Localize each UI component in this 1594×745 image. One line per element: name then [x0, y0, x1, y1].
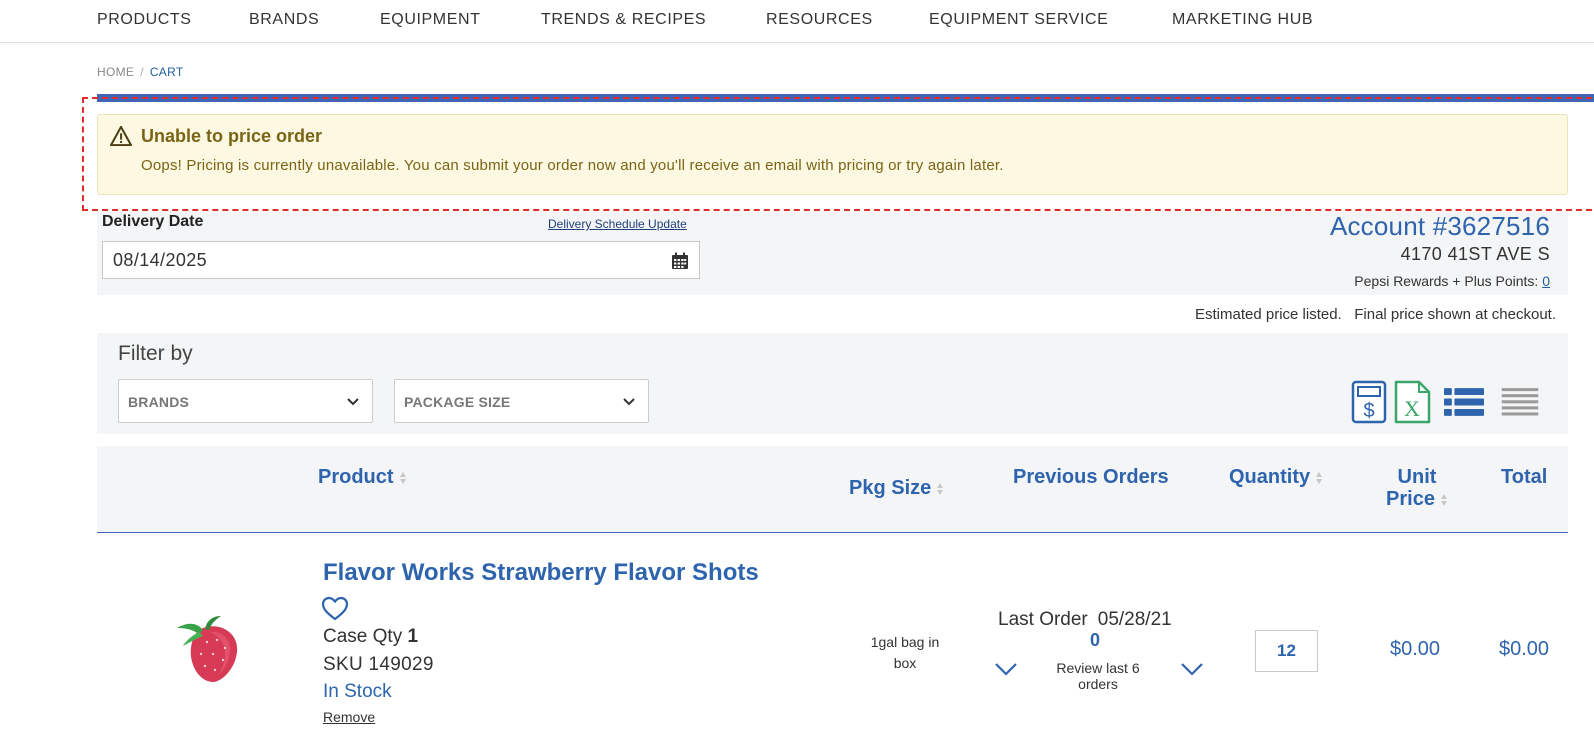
filter-panel: Filter by BRANDS PACKAGE SIZE $ X: [97, 333, 1568, 434]
table-row: Flavor Works Strawberry Flavor Shots Cas…: [97, 534, 1568, 745]
svg-text:X: X: [1404, 396, 1420, 421]
progress-bar: [97, 94, 1594, 102]
compact-view-icon[interactable]: [1500, 380, 1540, 424]
header-previous-orders: Previous Orders: [1013, 466, 1169, 488]
nav-item-products[interactable]: PRODUCTS: [97, 11, 192, 29]
header-unit-price-line1: Unit: [1397, 466, 1437, 488]
svg-text:$: $: [1363, 400, 1374, 422]
delivery-date-field[interactable]: [102, 241, 700, 279]
header-unit-price[interactable]: Unit Price: [1377, 466, 1457, 510]
stock-status: In Stock: [323, 681, 392, 702]
case-qty: Case Qty 1: [323, 626, 418, 648]
sort-icon: [1316, 471, 1323, 484]
header-product[interactable]: Product: [318, 466, 407, 489]
breadcrumb-current: CART: [149, 65, 184, 79]
price-calculator-icon[interactable]: $: [1350, 380, 1390, 424]
filter-label: Filter by: [118, 342, 193, 365]
pricing-alert: Unable to price order Oops! Pricing is c…: [97, 114, 1568, 195]
previous-order-count: 0: [1090, 630, 1101, 650]
nav-item-equipment-service[interactable]: EQUIPMENT SERVICE: [929, 11, 1108, 29]
sort-icon: [1440, 493, 1447, 506]
last-order: Last Order 05/28/21: [998, 609, 1172, 631]
product-image[interactable]: [169, 614, 245, 686]
top-nav: PRODUCTS BRANDS EQUIPMENT TRENDS & RECIP…: [0, 0, 1594, 43]
breadcrumb-separator: /: [140, 65, 144, 79]
brands-select-value: BRANDS: [128, 394, 190, 410]
header-pkg-size[interactable]: Pkg Size: [849, 477, 944, 500]
package-size-select-value: PACKAGE SIZE: [404, 394, 511, 410]
review-orders-link[interactable]: Review last 6 orders: [1042, 660, 1154, 692]
header-quantity-label: Quantity: [1229, 466, 1311, 488]
chevron-down-icon[interactable]: [1180, 661, 1204, 677]
unit-price: $0.00: [1390, 638, 1441, 660]
product-name[interactable]: Flavor Works Strawberry Flavor Shots: [323, 559, 759, 587]
estimate-note: Estimated price listed. Final price show…: [1195, 306, 1556, 323]
header-quantity[interactable]: Quantity: [1229, 466, 1323, 489]
last-order-label: Last Order: [998, 609, 1088, 630]
alert-message: Oops! Pricing is currently unavailable. …: [141, 157, 1004, 174]
last-order-date: 05/28/21: [1097, 609, 1172, 630]
quantity-field[interactable]: [1255, 630, 1318, 672]
nav-item-trends-recipes[interactable]: TRENDS & RECIPES: [541, 11, 706, 29]
nav-item-marketing-hub[interactable]: MARKETING HUB: [1172, 11, 1313, 29]
header-product-label: Product: [318, 466, 394, 488]
chevron-down-icon: [347, 398, 359, 406]
case-qty-label: Case Qty: [323, 626, 403, 647]
delivery-date-label: Delivery Date: [102, 213, 204, 230]
case-qty-value: 1: [407, 626, 419, 647]
sort-icon: [937, 482, 944, 495]
excel-export-icon[interactable]: X: [1393, 380, 1433, 424]
account-address: 4170 41ST AVE S: [1400, 244, 1550, 264]
calendar-icon[interactable]: [671, 252, 689, 270]
package-size-line1: 1gal bag in: [870, 634, 940, 650]
warning-icon: [110, 126, 132, 146]
delivery-date-input[interactable]: [113, 250, 653, 271]
header-unit-price-line2: Price: [1386, 488, 1435, 510]
delivery-schedule-link[interactable]: Delivery Schedule Update: [548, 217, 687, 231]
nav-item-resources[interactable]: RESOURCES: [766, 11, 873, 29]
delivery-panel: Delivery Date Delivery Schedule Update A…: [97, 211, 1568, 295]
account-number: Account #3627516: [1329, 211, 1550, 241]
package-size-select[interactable]: PACKAGE SIZE: [394, 379, 649, 423]
account-info: Account #3627516 4170 41ST AVE S Pepsi R…: [1330, 211, 1550, 289]
list-view-icon[interactable]: [1444, 380, 1484, 424]
breadcrumb: HOME / CART: [97, 65, 184, 79]
nav-item-brands[interactable]: BRANDS: [249, 11, 319, 29]
table-header: Product Pkg Size Previous Orders Quantit…: [97, 446, 1568, 533]
review-orders-line2: orders: [1078, 676, 1118, 692]
chevron-down-icon: [623, 398, 635, 406]
line-total: $0.00: [1499, 638, 1550, 660]
product-sku: SKU 149029: [323, 654, 434, 675]
chevron-down-icon[interactable]: [994, 661, 1018, 677]
package-size-line2: box: [893, 655, 917, 671]
breadcrumb-home[interactable]: HOME: [97, 65, 134, 79]
package-size: 1gal bag in box: [837, 632, 973, 674]
review-orders-line1: Review last 6: [1056, 660, 1140, 676]
rewards-points: Pepsi Rewards + Plus Points: 0: [1330, 273, 1550, 289]
alert-title: Unable to price order: [141, 126, 323, 146]
rewards-points-label: Pepsi Rewards + Plus Points:: [1354, 273, 1539, 289]
sort-icon: [399, 471, 406, 484]
header-pkg-size-label: Pkg Size: [849, 477, 932, 499]
header-total: Total: [1501, 466, 1548, 488]
remove-link[interactable]: Remove: [323, 709, 375, 725]
quantity-input[interactable]: [1256, 631, 1317, 671]
brands-select[interactable]: BRANDS: [118, 379, 373, 423]
rewards-points-link[interactable]: 0: [1542, 273, 1550, 289]
nav-item-equipment[interactable]: EQUIPMENT: [380, 11, 481, 29]
heart-icon[interactable]: [321, 596, 349, 622]
